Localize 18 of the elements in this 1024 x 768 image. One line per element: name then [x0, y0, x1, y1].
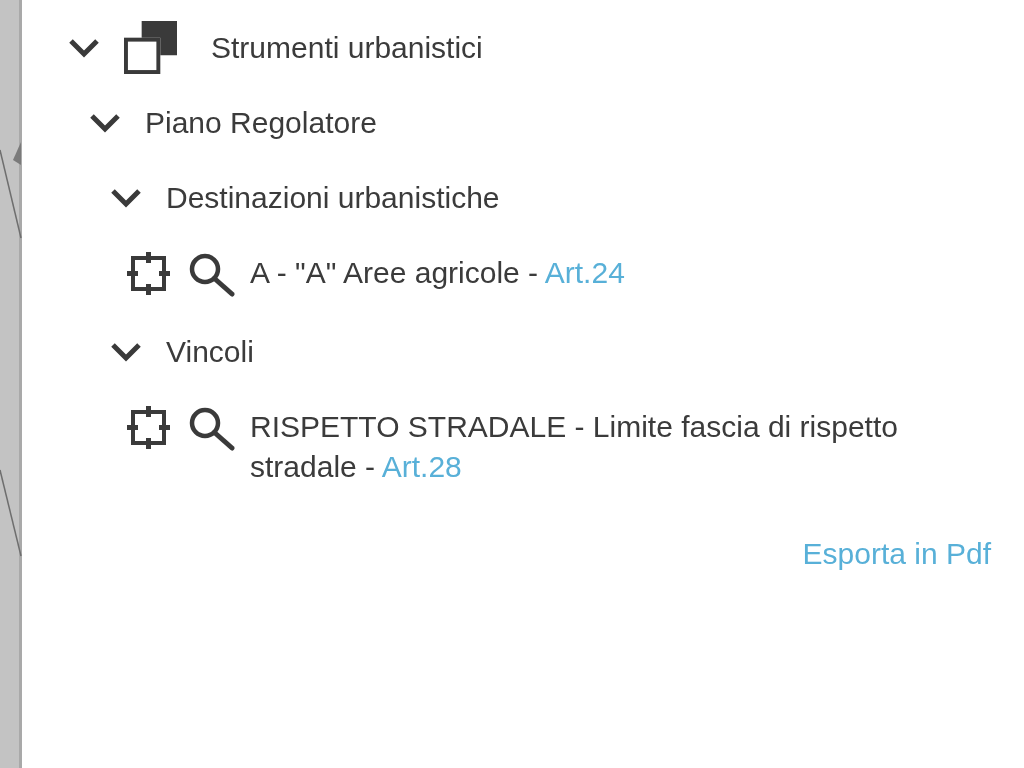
- square-handles-icon[interactable]: [127, 251, 170, 295]
- group-label: Destinazioni urbanistiche: [166, 179, 500, 216]
- article-link[interactable]: Art.24: [544, 255, 625, 289]
- search-icon[interactable]: [188, 405, 235, 451]
- overlapping-squares-icon: [124, 21, 177, 74]
- layer-label: A - "A" Aree agricole - Art.24: [250, 254, 626, 291]
- chevron-icon[interactable]: [110, 187, 142, 208]
- square-handles-icon[interactable]: [127, 405, 170, 449]
- article-link[interactable]: Art.28: [381, 449, 462, 483]
- chevron-icon[interactable]: [68, 37, 100, 58]
- group-label: Vincoli: [166, 333, 254, 370]
- chevron-icon[interactable]: [89, 112, 121, 133]
- layer-label: RISPETTO STRADALE - Limite fascia di rispetto stradale - Art.28: [250, 408, 899, 485]
- search-icon[interactable]: [188, 251, 235, 297]
- export-pdf-link[interactable]: Esporta in Pdf: [802, 534, 991, 574]
- group-label: Piano Regolatore: [145, 104, 377, 141]
- chevron-icon[interactable]: [110, 341, 142, 362]
- group-label: Strumenti urbanistici: [211, 29, 483, 66]
